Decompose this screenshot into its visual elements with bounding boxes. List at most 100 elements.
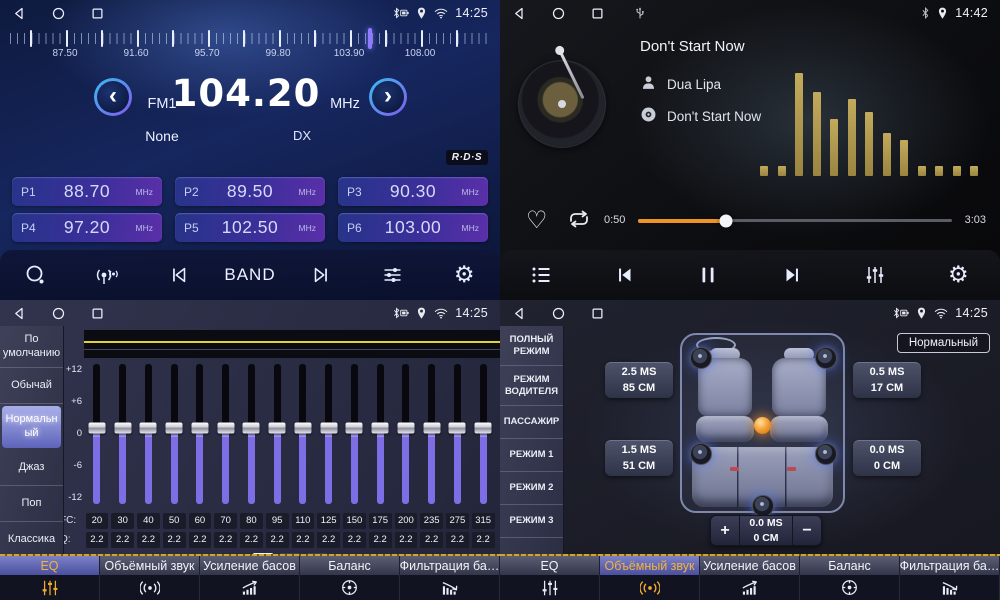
balance-icon[interactable] <box>300 575 400 600</box>
eq-slider-handle[interactable] <box>320 423 337 434</box>
back-button[interactable] <box>512 6 527 21</box>
eq-slider-handle[interactable] <box>140 423 157 434</box>
eq-band-slider[interactable] <box>316 364 342 510</box>
band-button[interactable]: BAND <box>225 255 275 295</box>
tab-balance[interactable]: Баланс <box>800 556 900 575</box>
eq-preset-custom[interactable]: Обычай <box>0 368 63 404</box>
mode-passenger[interactable]: ПАССАЖИР <box>500 406 563 439</box>
eq-slider-handle[interactable] <box>166 423 183 434</box>
home-button[interactable] <box>51 306 66 321</box>
eq-band-slider[interactable] <box>342 364 368 510</box>
back-button[interactable] <box>512 306 527 321</box>
eq-sliders-icon[interactable] <box>0 575 100 600</box>
eq-band-slider[interactable] <box>213 364 239 510</box>
tab-filter[interactable]: Фильтрация ба… <box>400 556 500 575</box>
eq-slider-handle[interactable] <box>346 423 363 434</box>
eq-slider-handle[interactable] <box>397 423 414 434</box>
mode-driver[interactable]: РЕЖИМ ВОДИТЕЛЯ <box>500 366 563 406</box>
back-button[interactable] <box>12 6 27 21</box>
listening-position-marker[interactable] <box>754 417 771 434</box>
tab-eq[interactable]: EQ <box>500 556 600 575</box>
tab-surround[interactable]: Объёмный звук <box>600 556 700 575</box>
recents-button[interactable] <box>590 6 605 21</box>
surround-preset-button[interactable]: Нормальный <box>897 333 990 353</box>
eq-band-slider[interactable] <box>367 364 393 510</box>
recents-button[interactable] <box>90 6 105 21</box>
eq-slider-handle[interactable] <box>243 423 260 434</box>
mode-full[interactable]: ПОЛНЫЙ РЕЖИМ <box>500 326 563 366</box>
tab-surround[interactable]: Объёмный звук <box>100 556 200 575</box>
recents-button[interactable] <box>90 306 105 321</box>
tune-down-button[interactable]: ‹ <box>94 78 132 116</box>
preset-button-3[interactable]: P390.30MHz <box>338 177 488 206</box>
preset-button-6[interactable]: P6103.00MHz <box>338 213 488 242</box>
eq-slider-handle[interactable] <box>294 423 311 434</box>
pause-button[interactable] <box>683 255 733 295</box>
eq-preset-normal[interactable]: Нормальный <box>2 406 61 448</box>
eq-band-slider[interactable] <box>110 364 136 510</box>
eq-band-slider[interactable] <box>187 364 213 510</box>
repeat-button[interactable] <box>566 209 592 234</box>
front-right-delay-button[interactable]: 0.5 MS 17 CM <box>853 362 921 398</box>
seek-thumb[interactable] <box>719 214 732 227</box>
playlist-button[interactable] <box>517 255 567 295</box>
eq-slider-handle[interactable] <box>372 423 389 434</box>
broadcast-button[interactable] <box>82 255 132 295</box>
eq-preset-pop[interactable]: Поп <box>0 486 63 522</box>
rear-left-delay-button[interactable]: 1.5 MS 51 CM <box>605 440 673 476</box>
next-track-button[interactable] <box>767 255 817 295</box>
equalizer-button[interactable] <box>850 255 900 295</box>
back-button[interactable] <box>12 306 27 321</box>
settings-gear-icon[interactable]: ⚙ <box>933 255 983 295</box>
eq-band-slider[interactable] <box>470 364 496 510</box>
eq-slider-handle[interactable] <box>217 423 234 434</box>
eq-band-slider[interactable] <box>290 364 316 510</box>
eq-preset-classic[interactable]: Классика <box>0 522 63 558</box>
surround-sound-icon[interactable] <box>100 575 200 600</box>
preset-button-2[interactable]: P289.50MHz <box>175 177 325 206</box>
tab-bass-boost[interactable]: Усиление басов <box>700 556 800 575</box>
tuner-settings-button[interactable] <box>368 255 418 295</box>
previous-track-button[interactable] <box>600 255 650 295</box>
eq-slider-handle[interactable] <box>475 423 492 434</box>
scan-button[interactable] <box>11 255 61 295</box>
eq-slider-handle[interactable] <box>449 423 466 434</box>
frequency-scale[interactable] <box>10 30 490 50</box>
preset-button-5[interactable]: P5102.50MHz <box>175 213 325 242</box>
home-button[interactable] <box>551 6 566 21</box>
tab-eq[interactable]: EQ <box>0 556 100 575</box>
eq-slider-handle[interactable] <box>191 423 208 434</box>
eq-band-slider[interactable] <box>239 364 265 510</box>
eq-slider-handle[interactable] <box>269 423 286 434</box>
eq-band-slider[interactable] <box>419 364 445 510</box>
tab-bass-boost[interactable]: Усиление басов <box>200 556 300 575</box>
mode-3[interactable]: РЕЖИМ 3 <box>500 505 563 538</box>
eq-preset-jazz[interactable]: Джаз <box>0 450 63 486</box>
decrease-delay-button[interactable]: − <box>793 516 821 545</box>
increase-delay-button[interactable]: + <box>711 516 739 545</box>
eq-band-slider[interactable] <box>393 364 419 510</box>
seek-bar[interactable] <box>638 219 952 222</box>
mode-2[interactable]: РЕЖИМ 2 <box>500 472 563 505</box>
next-station-button[interactable] <box>296 255 346 295</box>
tab-filter[interactable]: Фильтрация ба… <box>900 556 1000 575</box>
eq-band-slider[interactable] <box>161 364 187 510</box>
filter-icon[interactable] <box>400 575 500 600</box>
mode-1[interactable]: РЕЖИМ 1 <box>500 439 563 472</box>
eq-band-slider[interactable] <box>264 364 290 510</box>
balance-icon[interactable] <box>800 575 900 600</box>
settings-gear-icon[interactable]: ⚙ <box>439 255 489 295</box>
filter-icon[interactable] <box>900 575 1000 600</box>
tab-balance[interactable]: Баланс <box>300 556 400 575</box>
previous-station-button[interactable] <box>154 255 204 295</box>
favorite-button[interactable]: ♡ <box>526 206 548 234</box>
eq-slider-handle[interactable] <box>88 423 105 434</box>
eq-preset-default[interactable]: По умолчанию <box>0 326 63 368</box>
eq-band-slider[interactable] <box>84 364 110 510</box>
rear-right-delay-button[interactable]: 0.0 MS 0 CM <box>853 440 921 476</box>
bass-boost-icon[interactable] <box>700 575 800 600</box>
surround-sound-icon[interactable] <box>600 575 700 600</box>
home-button[interactable] <box>551 306 566 321</box>
eq-slider-handle[interactable] <box>114 423 131 434</box>
preset-button-4[interactable]: P497.20MHz <box>12 213 162 242</box>
